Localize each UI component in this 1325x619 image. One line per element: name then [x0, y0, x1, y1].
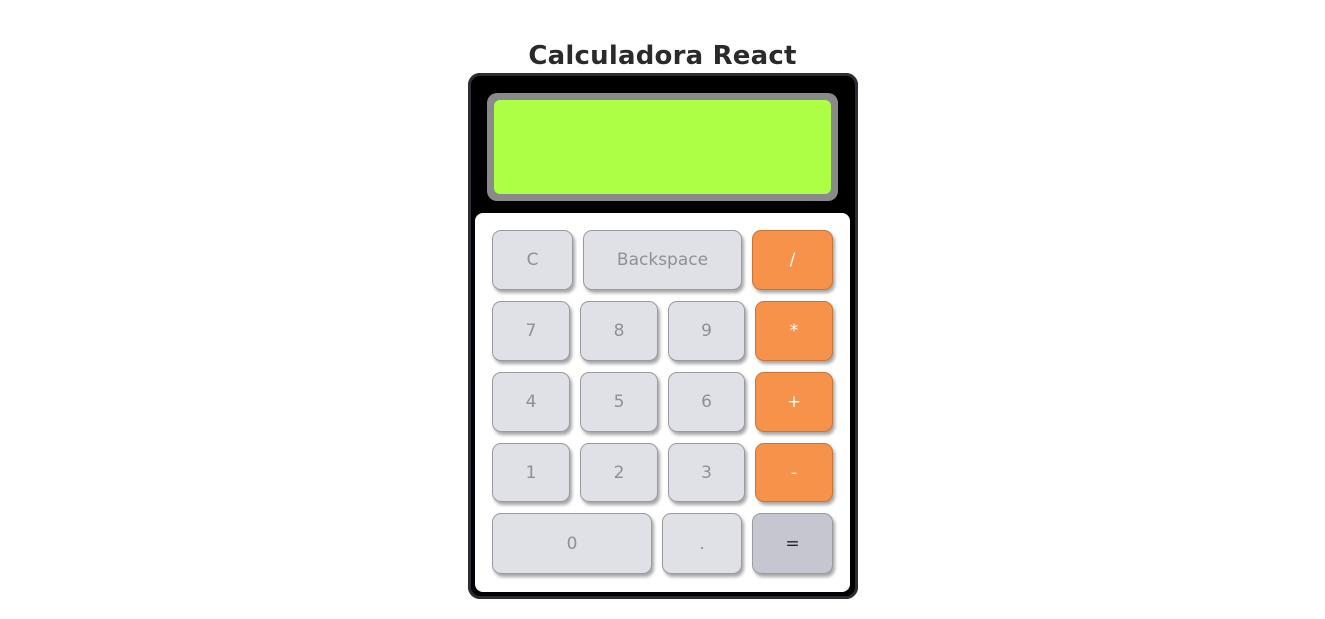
display-frame — [487, 93, 838, 201]
digit-1-button[interactable]: 1 — [492, 443, 570, 502]
digit-6-button[interactable]: 6 — [668, 372, 745, 432]
equals-button[interactable]: = — [752, 513, 833, 574]
digit-4-button[interactable]: 4 — [492, 372, 570, 432]
multiply-button[interactable]: * — [755, 301, 833, 361]
digit-8-button[interactable]: 8 — [580, 301, 658, 361]
clear-button[interactable]: C — [492, 230, 573, 290]
calculator: C Backspace / 7 8 9 * 4 5 6 + 1 2 3 - 0 … — [468, 73, 858, 599]
backspace-button[interactable]: Backspace — [583, 230, 742, 290]
digit-9-button[interactable]: 9 — [668, 301, 745, 361]
digit-5-button[interactable]: 5 — [580, 372, 658, 432]
digit-2-button[interactable]: 2 — [580, 443, 658, 502]
digit-3-button[interactable]: 3 — [668, 443, 745, 502]
divide-button[interactable]: / — [752, 230, 833, 290]
keypad: C Backspace / 7 8 9 * 4 5 6 + 1 2 3 - 0 … — [475, 213, 850, 592]
digit-0-button[interactable]: 0 — [492, 513, 652, 574]
calculator-display — [494, 100, 831, 194]
add-button[interactable]: + — [755, 372, 833, 432]
subtract-button[interactable]: - — [755, 443, 833, 502]
digit-7-button[interactable]: 7 — [492, 301, 570, 361]
page-title: Calculadora React — [528, 41, 797, 72]
decimal-button[interactable]: . — [662, 513, 742, 574]
